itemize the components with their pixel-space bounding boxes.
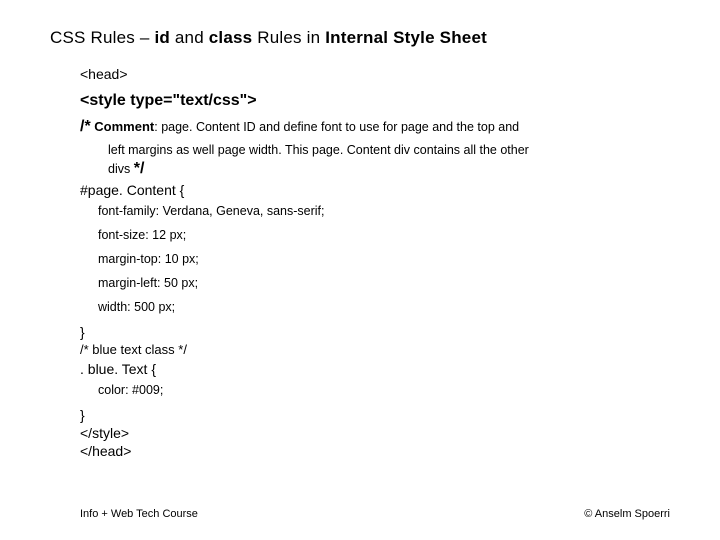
comment-open: /* [80, 118, 91, 135]
comment-block-1: /* Comment: page. Content ID and define … [80, 116, 678, 138]
title-bold-class: class [209, 28, 253, 47]
rule-width: width: 500 px; [98, 300, 678, 314]
slide-footer: Info + Web Tech Course © Anselm Spoerri [0, 508, 720, 520]
comment-body-line3: divs */ [80, 158, 678, 180]
slide-page: CSS Rules – id and class Rules in Intern… [0, 0, 720, 459]
close-brace-2: } [80, 407, 678, 423]
head-open-tag: <head> [80, 66, 678, 82]
comment-close: */ [134, 160, 145, 177]
rule-color: color: #009; [98, 383, 678, 397]
comment-body-divs: divs [108, 162, 130, 176]
rule-font-size: font-size: 12 px; [98, 228, 678, 242]
title-mid2: Rules in [252, 28, 325, 47]
title-bold-internal: Internal Style Sheet [325, 28, 487, 47]
comment-block-2: /* blue text class */ [80, 342, 678, 357]
style-close-tag: </style> [80, 425, 678, 441]
title-mid1: and [170, 28, 209, 47]
rule-margin-left: margin-left: 50 px; [98, 276, 678, 290]
comment-label: Comment [94, 119, 154, 134]
comment-body-line2: left margins as well page width. This pa… [80, 142, 678, 159]
title-bold-id: id [154, 28, 170, 47]
rule-font-family: font-family: Verdana, Geneva, sans-serif… [98, 204, 678, 218]
head-close-tag: </head> [80, 443, 678, 459]
close-brace-1: } [80, 324, 678, 340]
title-prefix: CSS Rules – [50, 28, 154, 47]
footer-left: Info + Web Tech Course [80, 508, 198, 520]
rule-margin-top: margin-top: 10 px; [98, 252, 678, 266]
style-open-tag: <style type="text/css"> [80, 92, 678, 110]
slide-title: CSS Rules – id and class Rules in Intern… [50, 28, 678, 48]
selector-pagecontent: #page. Content { [80, 182, 678, 198]
footer-right: © Anselm Spoerri [584, 508, 670, 520]
selector-bluetext: . blue. Text { [80, 361, 678, 377]
comment-body-line1: : page. Content ID and define font to us… [154, 120, 519, 134]
code-block: <head> <style type="text/css"> /* Commen… [80, 66, 678, 459]
